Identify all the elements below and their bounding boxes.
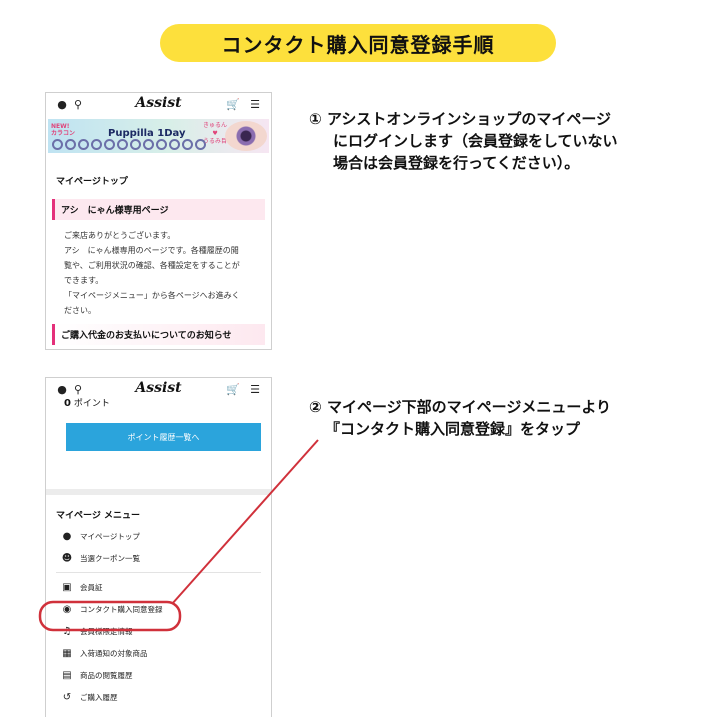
highlight-callout	[38, 439, 319, 632]
callout-line	[171, 439, 319, 605]
highlight-ellipse	[38, 600, 182, 632]
